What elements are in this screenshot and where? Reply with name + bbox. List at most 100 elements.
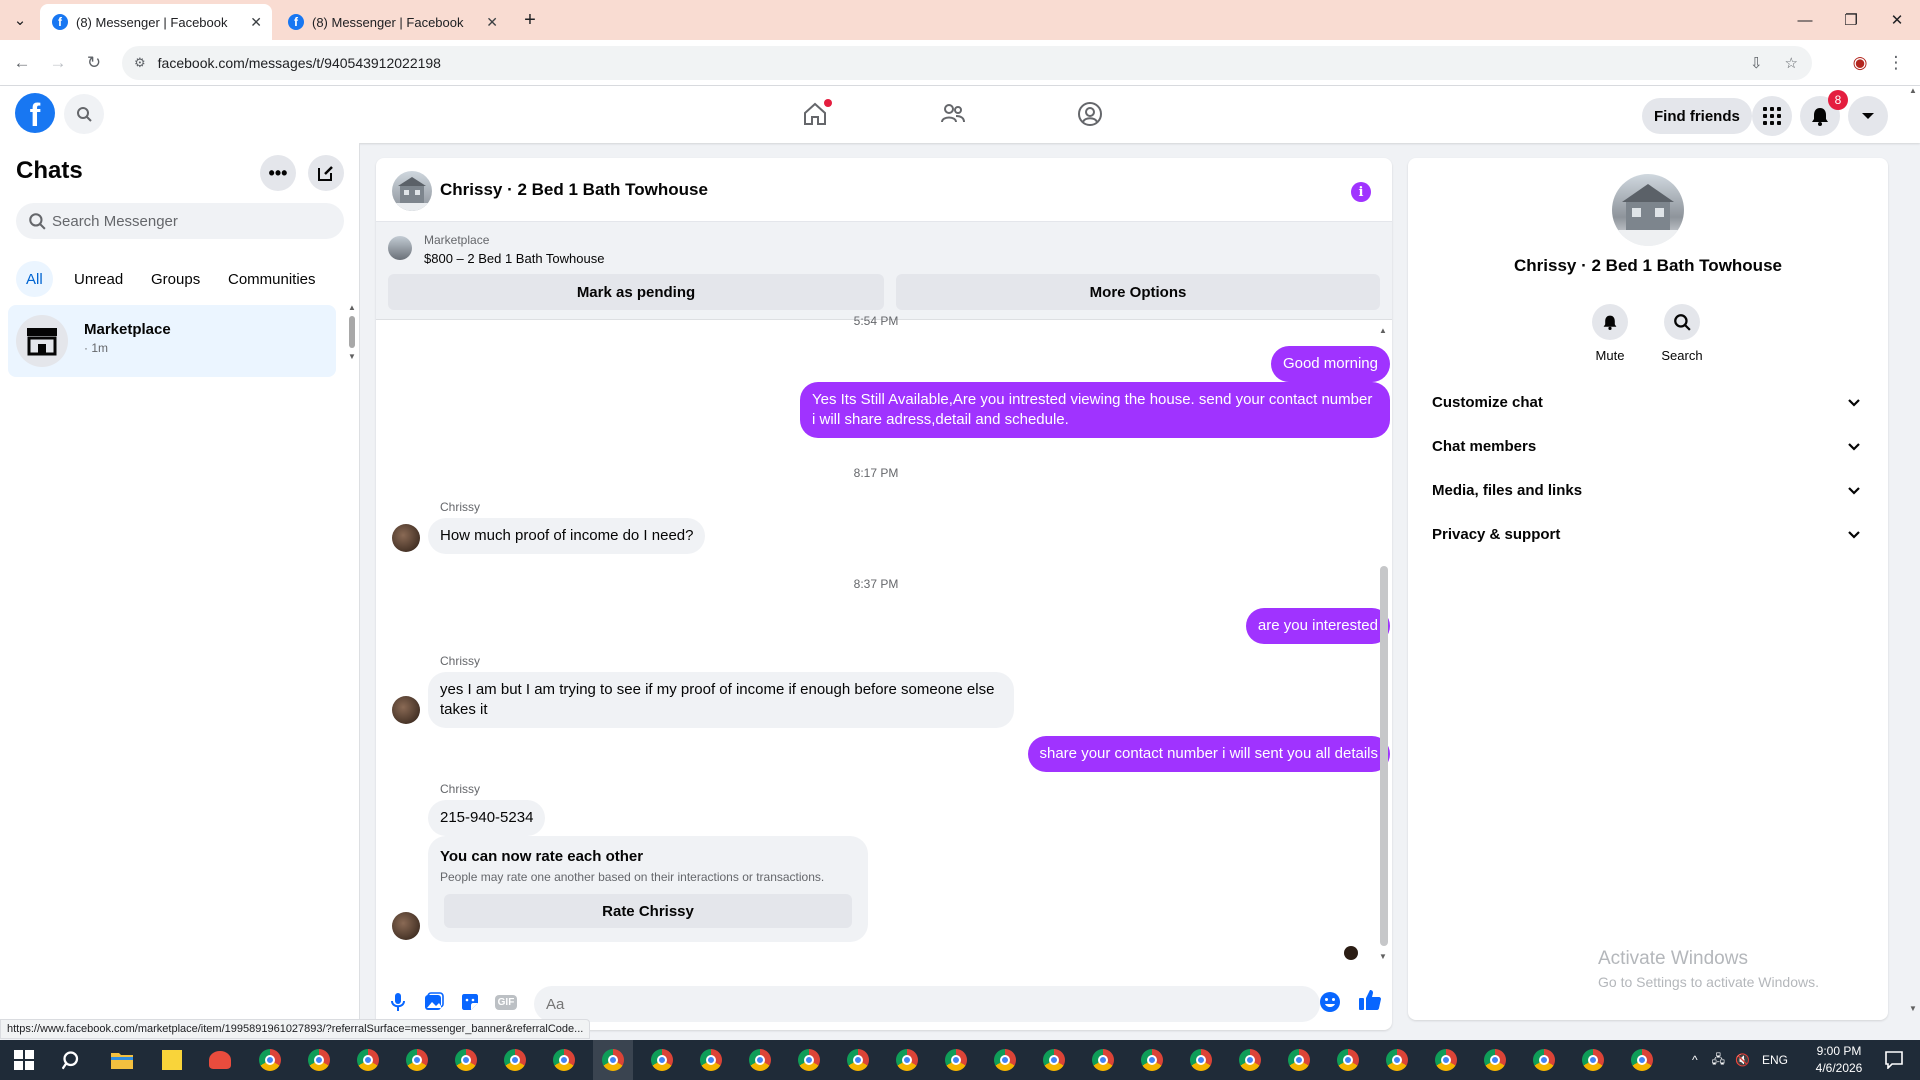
minimize-icon[interactable]: — bbox=[1782, 0, 1828, 40]
install-app-icon[interactable]: ⇩ bbox=[1750, 54, 1763, 72]
chat-members-section[interactable]: Chat members bbox=[1416, 424, 1880, 468]
outgoing-message[interactable]: Good morning bbox=[1270, 346, 1390, 382]
page-scrollbar[interactable]: ▲ ▼ bbox=[1906, 86, 1920, 1020]
taskbar-clock[interactable]: 9:00 PM 4/6/2026 bbox=[1804, 1043, 1874, 1077]
chats-scrollbar[interactable]: ▲ ▼ bbox=[348, 303, 356, 383]
browser-menu-icon[interactable]: ⋮ bbox=[1882, 49, 1910, 77]
conversation-info-icon[interactable]: i bbox=[1351, 182, 1371, 202]
menu-grid-button[interactable] bbox=[1752, 96, 1792, 136]
chrome-taskbar-button[interactable] bbox=[1089, 1046, 1117, 1074]
listing-title[interactable]: $800 – 2 Bed 1 Bath Towhouse bbox=[424, 251, 604, 266]
incoming-message[interactable]: How much proof of income do I need? bbox=[428, 518, 706, 554]
outgoing-message[interactable]: share your contact number i will sent yo… bbox=[1027, 736, 1390, 772]
sticky-notes-button[interactable] bbox=[158, 1046, 186, 1074]
customize-chat-section[interactable]: Customize chat bbox=[1416, 380, 1880, 424]
chrome-taskbar-button[interactable] bbox=[942, 1046, 970, 1074]
close-window-icon[interactable]: ✕ bbox=[1874, 0, 1920, 40]
facebook-search-button[interactable] bbox=[64, 94, 104, 134]
chrome-taskbar-button[interactable] bbox=[403, 1046, 431, 1074]
site-info-icon[interactable]: ⚙ bbox=[134, 55, 146, 71]
sender-avatar[interactable] bbox=[392, 912, 420, 940]
close-tab-icon[interactable]: ✕ bbox=[486, 14, 498, 31]
url-bar[interactable]: ⚙ facebook.com/messages/t/94054391202219… bbox=[122, 46, 1812, 80]
chrome-taskbar-button[interactable] bbox=[1481, 1046, 1509, 1074]
forward-icon[interactable]: → bbox=[44, 49, 72, 77]
groups-nav[interactable] bbox=[1070, 94, 1110, 134]
bookmark-star-icon[interactable]: ☆ bbox=[1785, 54, 1798, 72]
new-message-button[interactable] bbox=[308, 155, 344, 191]
chrome-taskbar-button[interactable] bbox=[550, 1046, 578, 1074]
taskbar-search-button[interactable] bbox=[58, 1046, 86, 1074]
conversation-scrollbar[interactable]: ▲ ▼ bbox=[1376, 326, 1390, 966]
tab-search-icon[interactable]: ⌄ bbox=[4, 0, 36, 40]
file-explorer-button[interactable] bbox=[108, 1046, 136, 1074]
chats-options-button[interactable]: ••• bbox=[260, 155, 296, 191]
chrome-taskbar-button[interactable] bbox=[1187, 1046, 1215, 1074]
facebook-logo[interactable]: f bbox=[15, 93, 55, 133]
filter-tab-communities[interactable]: Communities bbox=[218, 261, 326, 297]
chrome-taskbar-button[interactable] bbox=[795, 1046, 823, 1074]
sender-avatar[interactable] bbox=[392, 524, 420, 552]
search-messenger-input[interactable]: Search Messenger bbox=[16, 203, 344, 239]
outgoing-message[interactable]: are you interested bbox=[1245, 608, 1390, 644]
chrome-taskbar-button[interactable] bbox=[1628, 1046, 1656, 1074]
chat-list-item-marketplace[interactable]: Marketplace · 1m bbox=[8, 305, 336, 377]
more-options-button[interactable]: More Options bbox=[896, 274, 1380, 310]
app-launcher-button[interactable] bbox=[206, 1046, 234, 1074]
filter-tab-groups[interactable]: Groups bbox=[141, 261, 210, 297]
message-input[interactable] bbox=[534, 986, 1320, 1022]
search-conversation-button[interactable] bbox=[1664, 304, 1700, 340]
attach-photo-button[interactable] bbox=[422, 990, 446, 1014]
chrome-taskbar-button[interactable] bbox=[452, 1046, 480, 1074]
start-button[interactable] bbox=[10, 1046, 38, 1074]
outgoing-message[interactable]: Yes Its Still Available,Are you intreste… bbox=[800, 382, 1390, 438]
new-tab-icon[interactable]: + bbox=[508, 0, 552, 40]
chrome-taskbar-button[interactable] bbox=[1383, 1046, 1411, 1074]
chrome-taskbar-button[interactable] bbox=[991, 1046, 1019, 1074]
chrome-taskbar-button[interactable] bbox=[1138, 1046, 1166, 1074]
chrome-taskbar-button[interactable] bbox=[1285, 1046, 1313, 1074]
chrome-taskbar-button[interactable] bbox=[1334, 1046, 1362, 1074]
incoming-message[interactable]: 215-940-5234 bbox=[428, 800, 546, 836]
account-button[interactable] bbox=[1848, 96, 1888, 136]
marketplace-banner[interactable]: Marketplace $800 – 2 Bed 1 Bath Towhouse… bbox=[376, 222, 1392, 320]
restore-icon[interactable]: ❐ bbox=[1828, 0, 1874, 40]
chrome-taskbar-button[interactable] bbox=[354, 1046, 382, 1074]
show-hidden-icons-icon[interactable]: ^ bbox=[1692, 1053, 1698, 1067]
network-icon[interactable]: 🖧 bbox=[1712, 1050, 1725, 1071]
volume-muted-icon[interactable]: 🔇 bbox=[1735, 1053, 1750, 1067]
action-center-button[interactable] bbox=[1880, 1046, 1908, 1074]
media-files-links-section[interactable]: Media, files and links bbox=[1416, 468, 1880, 512]
chrome-taskbar-button[interactable] bbox=[1236, 1046, 1264, 1074]
privacy-support-section[interactable]: Privacy & support bbox=[1416, 512, 1880, 556]
chrome-taskbar-button[interactable] bbox=[746, 1046, 774, 1074]
find-friends-button[interactable]: Find friends bbox=[1642, 98, 1752, 134]
info-avatar[interactable] bbox=[1612, 174, 1684, 246]
chrome-taskbar-button[interactable] bbox=[1432, 1046, 1460, 1074]
search-action[interactable]: Search bbox=[1652, 304, 1712, 363]
chrome-taskbar-button[interactable] bbox=[1579, 1046, 1607, 1074]
chrome-taskbar-button[interactable] bbox=[648, 1046, 676, 1074]
chrome-taskbar-button[interactable] bbox=[844, 1046, 872, 1074]
rate-chrissy-button[interactable]: Rate Chrissy bbox=[444, 894, 852, 928]
chrome-taskbar-button[interactable] bbox=[305, 1046, 333, 1074]
voice-clip-button[interactable] bbox=[386, 990, 410, 1014]
language-indicator[interactable]: ENG bbox=[1762, 1053, 1788, 1067]
reload-icon[interactable]: ↻ bbox=[80, 49, 108, 77]
profile-icon[interactable]: ◉ bbox=[1846, 49, 1874, 77]
filter-tab-all[interactable]: All bbox=[16, 261, 53, 297]
conversation-title[interactable]: Chrissy · 2 Bed 1 Bath Towhouse bbox=[440, 180, 708, 200]
friends-nav[interactable] bbox=[933, 94, 973, 134]
sender-avatar[interactable] bbox=[392, 696, 420, 724]
mark-as-pending-button[interactable]: Mark as pending bbox=[388, 274, 884, 310]
incoming-message[interactable]: yes I am but I am trying to see if my pr… bbox=[428, 672, 1014, 728]
browser-tab-2[interactable]: f (8) Messenger | Facebook ✕ bbox=[276, 4, 508, 40]
back-icon[interactable]: ← bbox=[8, 49, 36, 77]
gif-button[interactable]: GIF bbox=[494, 990, 518, 1014]
close-tab-icon[interactable]: ✕ bbox=[250, 14, 262, 31]
emoji-button[interactable] bbox=[1318, 990, 1342, 1014]
chrome-taskbar-button[interactable] bbox=[893, 1046, 921, 1074]
filter-tab-unread[interactable]: Unread bbox=[64, 261, 133, 297]
mute-button[interactable] bbox=[1592, 304, 1628, 340]
chrome-taskbar-button[interactable] bbox=[1040, 1046, 1068, 1074]
